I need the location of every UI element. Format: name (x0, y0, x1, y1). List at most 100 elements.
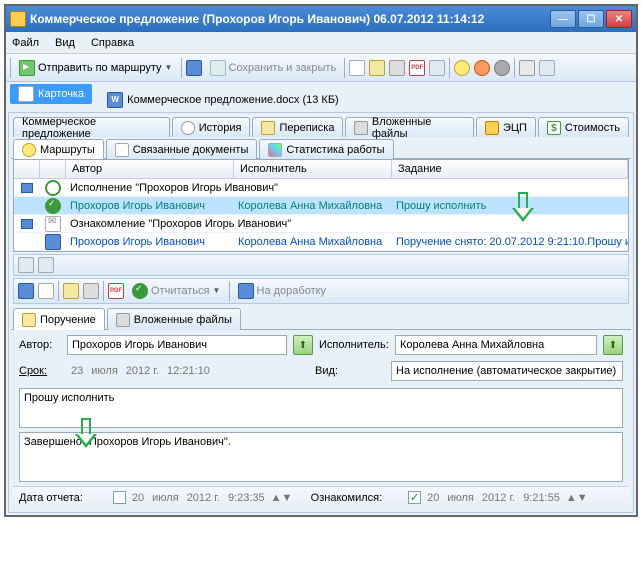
col-executor[interactable]: Исполнитель (234, 160, 392, 178)
list-icon[interactable] (539, 60, 555, 76)
pager-icon[interactable] (38, 257, 54, 273)
attachment-icon[interactable] (389, 60, 405, 76)
stats-icon (268, 143, 282, 157)
tab-linked[interactable]: Связанные документы (106, 139, 258, 159)
executor-field[interactable]: Королева Анна Михайловна (395, 335, 597, 355)
linked-icon (115, 143, 129, 157)
author-field[interactable]: Прохоров Игорь Иванович (67, 335, 287, 355)
home-icon[interactable] (519, 60, 535, 76)
save-close-button[interactable]: Сохранить и закрыть (206, 57, 341, 79)
kind-field[interactable]: На исполнение (автоматическое закрытие) (391, 361, 623, 381)
save-icon[interactable] (186, 60, 202, 76)
clip-icon (116, 313, 130, 327)
executor-lookup-button[interactable]: ⬆ (603, 335, 623, 355)
doc-icon[interactable] (38, 283, 54, 299)
minimize-button[interactable]: — (550, 10, 576, 28)
grid-row[interactable]: Прохоров Игорь Иванович Королева Анна Ми… (14, 233, 628, 251)
col-task[interactable]: Задание (392, 160, 628, 178)
grid-header: Автор Исполнитель Задание (14, 160, 628, 179)
grid-footer (13, 254, 629, 276)
detail-toolbar: PDF Отчитаться ▼ На доработку (13, 278, 629, 304)
menu-bar: Файл Вид Справка (6, 32, 636, 54)
mail-status-icon (45, 216, 61, 232)
tab-attachments[interactable]: Вложенные файлы (345, 117, 473, 137)
main-toolbar: Отправить по маршруту ▼ Сохранить и закр… (6, 54, 636, 82)
pdf-icon[interactable]: PDF (108, 283, 124, 299)
yellow-circle-icon[interactable] (454, 60, 470, 76)
grey-circle-icon[interactable] (494, 60, 510, 76)
history-icon (181, 121, 195, 135)
envelope-icon[interactable] (63, 283, 79, 299)
order-icon (22, 313, 36, 327)
report-date-checkbox[interactable] (113, 491, 126, 504)
clip-icon[interactable] (83, 283, 99, 299)
group-bar-icon (21, 183, 33, 193)
page-icon[interactable] (429, 60, 445, 76)
send-icon (19, 60, 35, 76)
grid-group-row[interactable]: Ознакомление "Прохоров Игорь Иванович" (14, 215, 628, 233)
tab-cost[interactable]: $Стоимость (538, 117, 629, 137)
menu-help[interactable]: Справка (91, 37, 134, 49)
due-date-field[interactable]: 23 июля 2012 г. 12:21:10 (67, 361, 309, 381)
seen-checkbox[interactable]: ✓ (408, 491, 421, 504)
tab-card[interactable]: Карточка (10, 84, 92, 104)
reply-icon (45, 234, 61, 250)
app-window: Коммерческое предложение (Прохоров Игорь… (4, 4, 638, 517)
pager-icon[interactable] (18, 257, 34, 273)
envelope-icon[interactable] (369, 60, 385, 76)
pdf-icon[interactable]: PDF (409, 60, 425, 76)
tab-stats[interactable]: Статистика работы (259, 139, 393, 159)
tab-attachments[interactable]: Вложенные файлы (107, 308, 241, 330)
lock-icon (485, 121, 499, 135)
tab-history[interactable]: История (172, 117, 251, 137)
executor-label: Исполнитель: (319, 339, 389, 351)
refresh-icon (210, 60, 226, 76)
grid-row[interactable]: Прохоров Игорь Иванович Королева Анна Ми… (14, 197, 628, 215)
author-label: Автор: (19, 339, 61, 351)
mail-icon (261, 121, 275, 135)
clip-icon (354, 121, 367, 135)
chevron-down-icon: ▼ (213, 283, 221, 299)
main-tabs-row1: Коммерческое предложение История Перепис… (11, 115, 631, 137)
rework-button[interactable]: На доработку (234, 280, 331, 302)
window-title: Коммерческое предложение (Прохоров Игорь… (30, 12, 550, 26)
check-circle-icon (45, 198, 61, 214)
report-date-value: 20июля2012 г.9:23:35 (132, 492, 265, 504)
maximize-button[interactable]: ☐ (578, 10, 604, 28)
tab-mail[interactable]: Переписка (252, 117, 343, 137)
title-bar: Коммерческое предложение (Прохоров Игорь… (6, 6, 636, 32)
save-icon[interactable] (18, 283, 34, 299)
word-icon: W (107, 92, 123, 108)
order-form: Автор: Прохоров Игорь Иванович ⬆ Исполни… (13, 332, 629, 508)
menu-file[interactable]: Файл (12, 37, 39, 49)
send-route-button[interactable]: Отправить по маршруту ▼ (15, 57, 177, 79)
result-body-field[interactable]: Завершено "Прохоров Игорь Иванович". (19, 432, 623, 482)
grid-group-row[interactable]: Исполнение "Прохоров Игорь Иванович" (14, 179, 628, 197)
kind-label: Вид: (315, 365, 385, 377)
routes-grid: Автор Исполнитель Задание Исполнение "Пр… (13, 159, 629, 252)
group-bar-icon (21, 219, 33, 229)
tab-document-file[interactable]: W Коммерческое предложение.docx (13 КБ) (99, 90, 347, 110)
menu-view[interactable]: Вид (55, 37, 75, 49)
doc-icon[interactable] (349, 60, 365, 76)
seen-date-value: 20июля2012 г.9:21:55 (427, 492, 560, 504)
tab-order[interactable]: Поручение (13, 308, 105, 330)
tab-routes[interactable]: Маршруты (13, 139, 104, 159)
detail-tabs: Поручение Вложенные файлы (11, 306, 631, 330)
dollar-icon: $ (547, 121, 561, 135)
check-icon (132, 283, 148, 299)
tab-offer[interactable]: Коммерческое предложение (13, 117, 170, 137)
file-tab-bar: Карточка W Коммерческое предложение.docx… (6, 82, 636, 112)
close-button[interactable]: ✕ (606, 10, 632, 28)
report-button[interactable]: Отчитаться ▼ (128, 280, 225, 302)
form-footer: Дата отчета: 20июля2012 г.9:23:35 ▲▼ Озн… (13, 486, 629, 508)
card-icon (18, 86, 34, 102)
report-date-label: Дата отчета: (19, 492, 83, 504)
tab-ecp[interactable]: ЭЦП (476, 117, 536, 137)
app-icon (10, 11, 26, 27)
status-ring-icon (45, 180, 61, 196)
task-body-field[interactable]: Прошу исполнить (19, 388, 623, 428)
col-author[interactable]: Автор (66, 160, 234, 178)
author-lookup-button[interactable]: ⬆ (293, 335, 313, 355)
orange-circle-icon[interactable] (474, 60, 490, 76)
